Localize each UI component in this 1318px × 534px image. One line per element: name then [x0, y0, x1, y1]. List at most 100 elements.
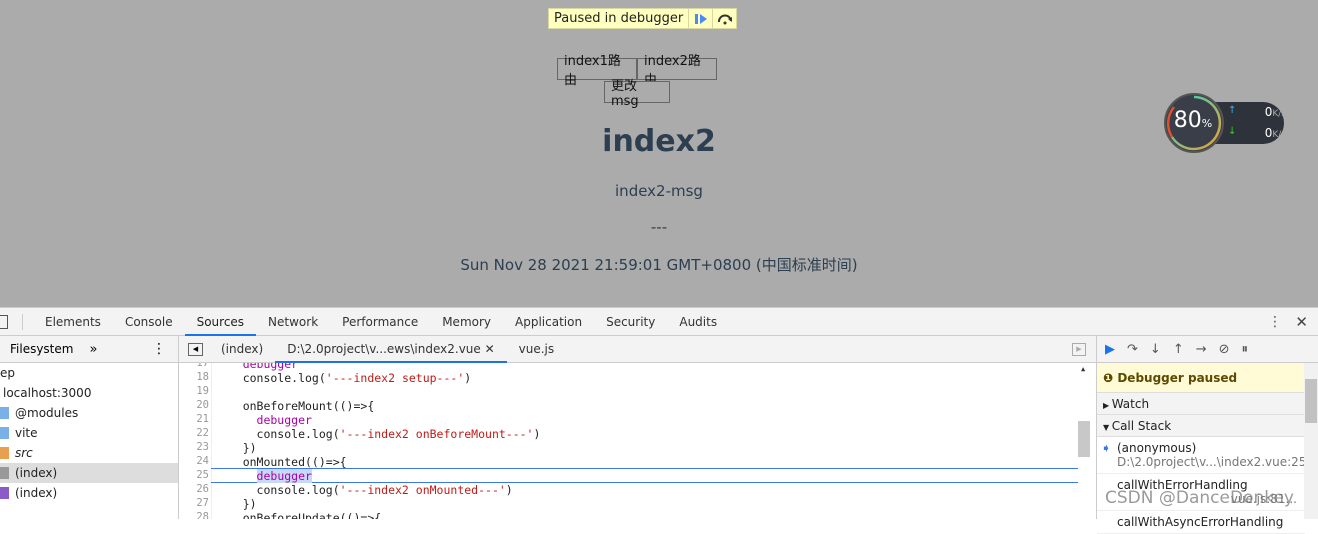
code-token: '---index2 onMounted---' [339, 483, 506, 497]
line-number[interactable]: 28 [179, 511, 209, 519]
deactivate-breakpoints-icon[interactable]: ⊘ [1219, 342, 1230, 357]
code-token: console.log( [215, 483, 340, 497]
line-number[interactable]: 18 [179, 371, 209, 383]
debugger-sidebar: ▶︎ ↷ ↓ ↑ → ⊘ ⏸ ❶ Debugger paused ▶ Watch… [1096, 336, 1318, 534]
tab-elements[interactable]: Elements [33, 308, 113, 336]
download-unit: K/s [1272, 130, 1286, 140]
step-into-icon[interactable]: ↓ [1150, 342, 1161, 357]
devtools-tabbar: Elements Console Sources Network Performance… [0, 308, 1318, 336]
frame-name: (anonymous) [1117, 441, 1197, 455]
folder-icon [0, 407, 9, 419]
code-token: onBeforeMount(()=>{ [215, 399, 375, 413]
tab-sources[interactable]: Sources [184, 308, 257, 336]
code-line: onBeforeUpdate(()=>{ [215, 511, 381, 519]
more-options-icon[interactable]: ⋮ [1268, 314, 1282, 330]
navigator-header: Filesystem » ⋮ [0, 336, 179, 363]
download-arrow-icon: ↓ [1228, 126, 1237, 137]
code-line: console.log('---index2 onBeforeMount---'… [215, 427, 541, 441]
watch-label: Watch [1111, 397, 1150, 411]
file-tree-item[interactable]: localhost:3000 [0, 383, 178, 403]
editor-tab[interactable]: (index) [209, 336, 275, 363]
step-over-icon[interactable]: ↷ [1127, 342, 1138, 357]
line-number[interactable]: 19 [179, 385, 209, 397]
resume-icon[interactable]: ▶︎ [1105, 342, 1115, 357]
code-line: onMounted(()=>{ [215, 455, 347, 469]
file-navigator: ep localhost:3000 @modules vite src (index) (i… [0, 363, 179, 519]
watch-section[interactable]: ▶ Watch [1097, 393, 1305, 415]
code-line: console.log('---index2 setup---') [215, 371, 472, 385]
line-number[interactable]: 22 [179, 427, 209, 439]
code-token: }) [215, 497, 257, 511]
close-tab-icon[interactable]: ✕ [481, 342, 495, 356]
file-tree-item[interactable]: (index) [0, 483, 178, 503]
debugger-toolbar: ▶︎ ↷ ↓ ↑ → ⊘ ⏸ [1097, 336, 1318, 363]
upload-unit: K/s [1272, 109, 1286, 119]
sidebar-scrollbar[interactable] [1304, 363, 1318, 519]
file-tree-label: (index) [15, 486, 58, 500]
current-line-highlight [211, 468, 1078, 483]
warning-icon: ❶ [1103, 371, 1118, 385]
folder-icon [0, 427, 9, 439]
code-token: ) [464, 371, 472, 385]
frame-location[interactable]: D:\2.0project\v...\index2.vue:25 [1117, 455, 1306, 469]
paused-label: Paused in debugger [554, 11, 684, 26]
editor-scrollbar[interactable]: ▲ [1078, 363, 1090, 519]
resume-button[interactable] [688, 9, 712, 28]
toggle-debugger-icon[interactable]: ▶ [1072, 342, 1086, 356]
step-out-icon[interactable]: ↑ [1173, 342, 1184, 357]
tab-performance[interactable]: Performance [330, 308, 430, 336]
call-frame[interactable]: ➧ (anonymous) D:\2.0project\v...\index2.vu… [1097, 437, 1306, 474]
file-tree-item[interactable]: @modules [0, 403, 178, 423]
watermark: CSDN @DanceDonkey [1105, 488, 1294, 508]
file-tree-item[interactable]: src [0, 443, 178, 463]
line-number[interactable]: 17 [179, 363, 209, 369]
line-number[interactable]: 25 [179, 469, 209, 481]
more-tabs-button[interactable]: » [89, 342, 97, 357]
line-number[interactable]: 26 [179, 483, 209, 495]
percent-unit: % [1201, 117, 1213, 130]
line-number[interactable]: 27 [179, 497, 209, 509]
code-token: debugger [256, 469, 312, 483]
file-tree-item[interactable]: (index) [0, 463, 178, 483]
step-icon[interactable]: → [1196, 342, 1207, 357]
line-number[interactable]: 23 [179, 441, 209, 453]
step-over-button[interactable] [712, 9, 736, 28]
call-frame[interactable]: callWithAsyncErrorHandling [1097, 511, 1305, 534]
tab-memory[interactable]: Memory [430, 308, 503, 336]
navigator-menu-icon[interactable]: ⋮ [152, 341, 166, 357]
file-tree-label: ep [0, 366, 15, 380]
code-line: console.log('---index2 onMounted---') [215, 483, 513, 497]
change-msg-button[interactable]: 更改msg [604, 79, 670, 109]
line-number[interactable]: 21 [179, 413, 209, 425]
file-tree-item[interactable]: vite [0, 423, 178, 443]
code-token: ) [505, 483, 513, 497]
editor-tab[interactable]: D:\2.0project\v...ews\index2.vue ✕ [275, 336, 507, 363]
line-number[interactable]: 24 [179, 455, 209, 467]
file-icon [0, 467, 9, 479]
tab-console[interactable]: Console [113, 308, 185, 336]
upload-arrow-icon: ↑ [1228, 105, 1237, 116]
filesystem-tab[interactable]: Filesystem [10, 342, 73, 356]
line-number[interactable]: 20 [179, 399, 209, 411]
tab-security[interactable]: Security [594, 308, 667, 336]
toggle-navigator-icon[interactable]: ◀ [188, 342, 203, 356]
file-tree-label: @modules [15, 406, 79, 420]
tab-network[interactable]: Network [256, 308, 330, 336]
file-icon [0, 487, 9, 499]
debugger-paused-text: Debugger paused [1117, 371, 1238, 385]
tab-application[interactable]: Application [503, 308, 594, 336]
file-tree-item[interactable]: ep [0, 363, 178, 383]
frame-name: callWithAsyncErrorHandling [1117, 515, 1284, 529]
editor-tab[interactable]: vue.js [507, 336, 567, 363]
tab-audits[interactable]: Audits [667, 308, 729, 336]
code-editor[interactable]: ▲ 17 debugger 18 console.log('---index2 s… [179, 363, 1096, 519]
date-text: Sun Nov 28 2021 21:59:01 GMT+0800 (中国标准时… [460, 256, 858, 274]
close-devtools-icon[interactable]: ✕ [1295, 313, 1308, 331]
editor-tab-label: vue.js [518, 341, 555, 356]
pause-on-exceptions-icon[interactable]: ⏸ [1242, 342, 1249, 357]
call-stack-label: Call Stack [1111, 419, 1172, 433]
device-toggle-icon[interactable] [0, 314, 8, 329]
code-token: console.log( [215, 427, 340, 441]
call-stack-section[interactable]: ▼ Call Stack [1097, 415, 1305, 437]
